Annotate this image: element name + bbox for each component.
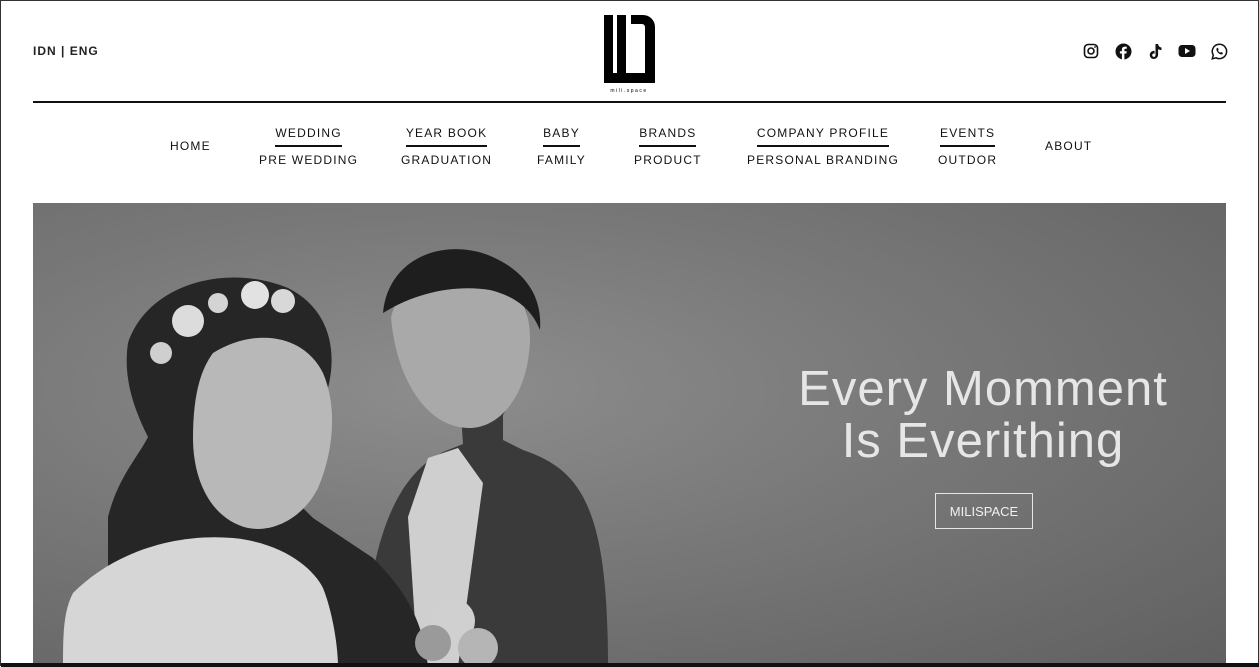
lang-separator: | — [61, 44, 66, 58]
hero-title-line2: Is Everithing — [841, 414, 1125, 468]
nav-product[interactable]: PRODUCT — [634, 147, 702, 167]
page-bottom-edge — [1, 663, 1259, 667]
language-switcher: IDN | ENG — [33, 44, 99, 58]
hero-title-line1: Every Momment — [798, 362, 1168, 416]
whatsapp-icon[interactable] — [1210, 42, 1228, 60]
nav-outdor[interactable]: OUTDOR — [938, 147, 997, 167]
lang-eng-link[interactable]: ENG — [70, 44, 99, 58]
instagram-icon[interactable] — [1082, 42, 1100, 60]
youtube-icon[interactable] — [1178, 42, 1196, 60]
nav-graduation[interactable]: GRADUATION — [401, 147, 492, 167]
site-logo[interactable]: mili.space — [601, 11, 661, 95]
nav-family[interactable]: FAMILY — [537, 147, 586, 167]
nav-year-book[interactable]: YEAR BOOK — [405, 126, 488, 147]
site-header: IDN | ENG mili.space — [1, 1, 1258, 102]
header-divider — [33, 101, 1226, 103]
nav-group-baby: BABY FAMILY — [537, 126, 586, 167]
hero-title: Every Momment Is Everithing — [773, 363, 1193, 467]
nav-group-brands: BRANDS PRODUCT — [634, 126, 702, 167]
nav-home[interactable]: HOME — [170, 139, 211, 153]
nav-group-company: COMPANY PROFILE PERSONAL BRANDING — [747, 126, 899, 167]
logo-text: mili.space — [610, 88, 647, 94]
nav-events[interactable]: EVENTS — [939, 126, 996, 147]
facebook-icon[interactable] — [1114, 42, 1132, 60]
hero-milispace-button[interactable]: MILISPACE — [935, 493, 1033, 529]
main-nav: HOME WEDDING PRE WEDDING YEAR BOOK GRADU… — [1, 117, 1258, 177]
nav-wedding[interactable]: WEDDING — [275, 126, 342, 147]
hero-banner: Every Momment Is Everithing MILISPACE — [33, 203, 1226, 667]
nav-baby[interactable]: BABY — [543, 126, 580, 147]
nav-group-yearbook: YEAR BOOK GRADUATION — [401, 126, 492, 167]
nav-group-events: EVENTS OUTDOR — [938, 126, 997, 167]
logo-mark: mili.space — [604, 15, 655, 94]
nav-about[interactable]: ABOUT — [1045, 139, 1092, 153]
nav-pre-wedding[interactable]: PRE WEDDING — [259, 147, 358, 167]
nav-company-profile[interactable]: COMPANY PROFILE — [756, 126, 890, 147]
tiktok-icon[interactable] — [1146, 42, 1164, 60]
lang-idn-link[interactable]: IDN — [33, 44, 57, 58]
nav-personal-branding[interactable]: PERSONAL BRANDING — [747, 147, 899, 167]
nav-brands[interactable]: BRANDS — [639, 126, 697, 147]
nav-group-wedding: WEDDING PRE WEDDING — [259, 126, 358, 167]
social-links — [1082, 42, 1228, 60]
